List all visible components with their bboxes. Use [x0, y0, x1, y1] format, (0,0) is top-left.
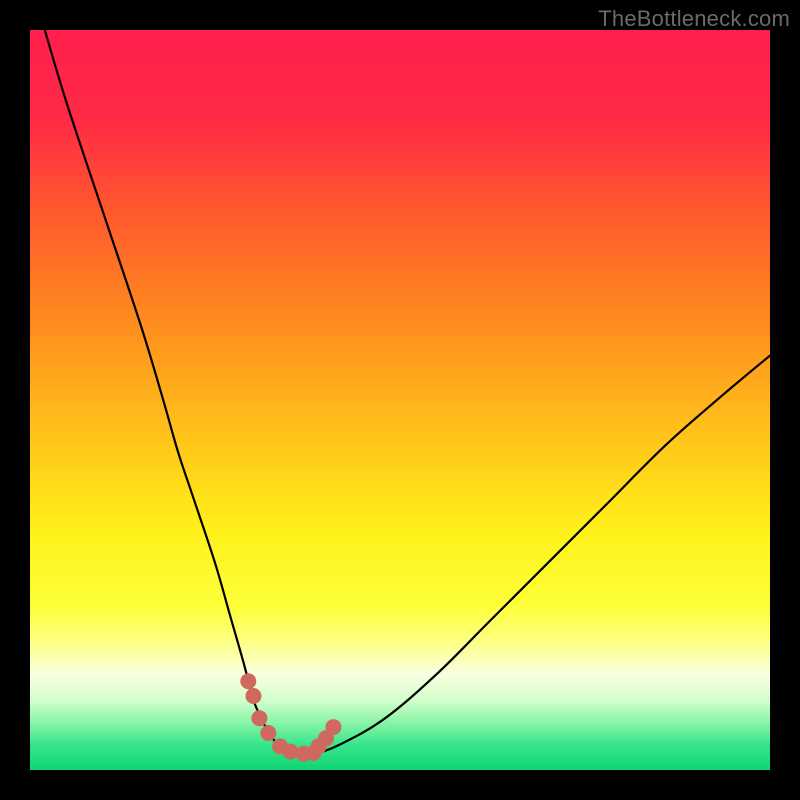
- marker-point: [282, 744, 298, 760]
- marker-point: [260, 725, 276, 741]
- marker-point: [251, 710, 267, 726]
- outer-frame: TheBottleneck.com: [0, 0, 800, 800]
- chart-canvas: [30, 30, 770, 770]
- watermark-text: TheBottleneck.com: [598, 6, 790, 32]
- marker-point: [245, 688, 261, 704]
- gradient-background: [30, 30, 770, 770]
- marker-point: [325, 719, 341, 735]
- chart-svg: [30, 30, 770, 770]
- marker-point: [240, 673, 256, 689]
